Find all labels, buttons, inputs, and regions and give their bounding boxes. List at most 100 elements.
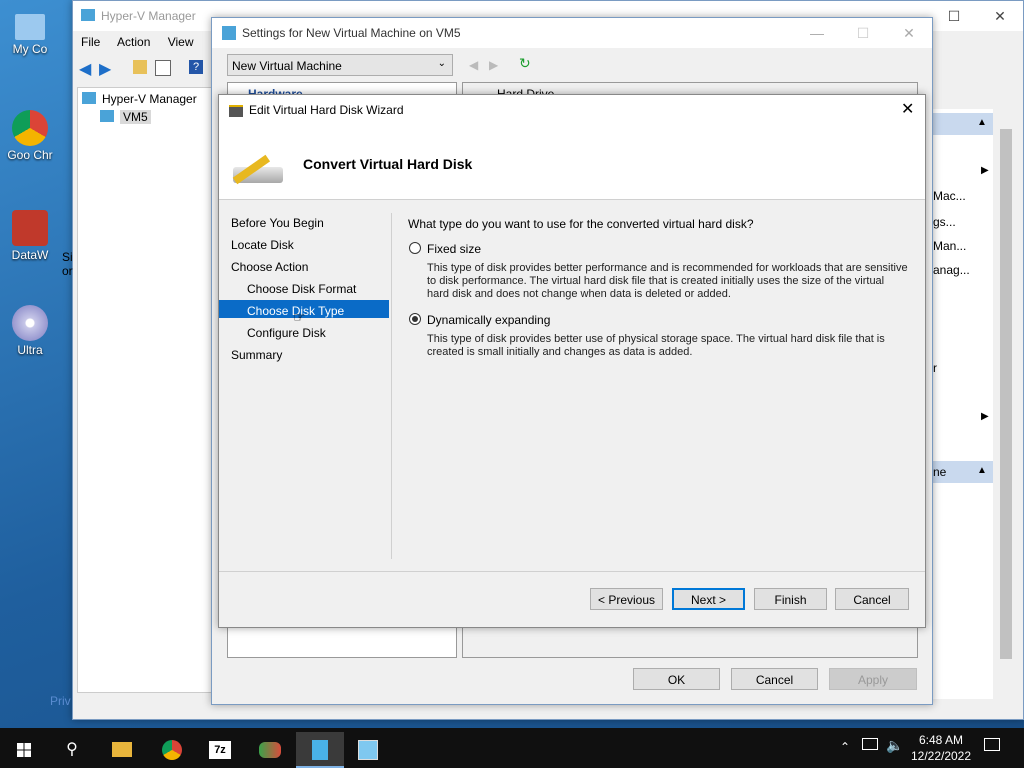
back-icon[interactable]: ◀: [79, 59, 91, 79]
header-divider: [219, 199, 925, 200]
chrome-icon: [12, 110, 48, 146]
question-text: What type do you want to use for the con…: [408, 217, 754, 231]
fixed-size-radio[interactable]: [409, 242, 421, 254]
dynamically-expanding-description: This type of disk provides better use of…: [427, 333, 885, 359]
desktop-icon-google-chrome[interactable]: Goo Chr: [0, 110, 60, 162]
actions-pane: ▲ ▶ Mac... gs... Man... anag... r ▶ ne ▲: [931, 109, 993, 699]
dynamically-expanding-label[interactable]: Dynamically expanding: [427, 313, 550, 327]
scrollbar-thumb[interactable]: [1000, 129, 1012, 659]
clock-time: 6:48 AM: [918, 733, 964, 747]
forward-icon[interactable]: ▶: [99, 59, 111, 79]
clock-date: 12/22/2022: [910, 749, 972, 763]
action-item[interactable]: Man...: [933, 239, 966, 253]
network-users-icon[interactable]: [246, 732, 294, 768]
notifications-icon[interactable]: [984, 738, 1000, 751]
description-line: hard disk and does not change when data …: [427, 288, 731, 300]
start-button[interactable]: [0, 732, 48, 768]
previous-icon[interactable]: ◀: [469, 58, 478, 72]
refresh-icon[interactable]: ↻: [519, 55, 531, 72]
tree-item-hyperv-manager[interactable]: Hyper-V Manager: [102, 92, 197, 106]
desktop-icon-label: Ultra: [17, 343, 43, 357]
dynamically-expanding-radio[interactable]: [409, 313, 421, 325]
menu-file[interactable]: File: [81, 35, 100, 49]
apply-button[interactable]: Apply: [829, 668, 917, 690]
previous-button[interactable]: < Previous: [590, 588, 663, 610]
help-icon[interactable]: ?: [189, 60, 203, 74]
wizard-heading: Convert Virtual Hard Disk: [303, 156, 473, 172]
desktop-icon-label: My Co: [12, 42, 48, 56]
cancel-button[interactable]: Cancel: [731, 668, 818, 690]
7zip-icon[interactable]: 7z: [196, 732, 244, 768]
settings-app-icon[interactable]: [344, 732, 392, 768]
window-title: Hyper-V Manager: [101, 9, 196, 23]
close-icon[interactable]: ✕: [901, 99, 914, 119]
show-hidden-icons-icon[interactable]: ⌃: [840, 740, 850, 754]
chevron-down-icon: ⌄: [437, 58, 446, 69]
hand-cursor-icon: ☞: [293, 309, 306, 325]
fixed-size-label[interactable]: Fixed size: [427, 242, 481, 256]
settings-titlebar: Settings for New Virtual Machine on VM5 …: [212, 18, 932, 48]
partial-text: Si: [62, 250, 73, 264]
description-line: This type of disk provides better use of…: [427, 333, 885, 345]
chrome-icon[interactable]: [148, 732, 196, 768]
partial-text: Priv: [50, 694, 71, 708]
minimize-button[interactable]: —: [794, 18, 840, 48]
navigation-tree: Hyper-V Manager VM5: [77, 87, 219, 693]
close-button[interactable]: ✕: [886, 18, 932, 48]
ok-button[interactable]: OK: [633, 668, 720, 690]
tree-item-vm5[interactable]: VM5: [120, 110, 151, 124]
submenu-arrow-icon[interactable]: ▶: [981, 411, 989, 422]
wizard-title: Edit Virtual Hard Disk Wizard: [249, 103, 404, 117]
server-node-icon: [100, 110, 114, 122]
maximize-button[interactable]: ☐: [931, 1, 977, 31]
partial-text: or: [62, 264, 73, 278]
volume-icon[interactable]: 🔈: [886, 737, 903, 754]
nav-before-you-begin[interactable]: Before You Begin: [231, 216, 324, 230]
close-button[interactable]: ✕: [977, 1, 1023, 31]
nav-choose-action[interactable]: Choose Action: [231, 260, 308, 274]
collapse-icon[interactable]: ▲: [977, 117, 987, 128]
maximize-button[interactable]: ☐: [840, 18, 886, 48]
computer-icon: [15, 14, 45, 40]
wizard-dialog: Edit Virtual Hard Disk Wizard ✕ Convert …: [218, 94, 926, 628]
toolbar: ◀ ▶ ?: [77, 57, 217, 79]
nav-locate-disk[interactable]: Locate Disk: [231, 238, 294, 252]
next-icon[interactable]: ▶: [489, 58, 498, 72]
menu-action[interactable]: Action: [117, 35, 150, 49]
action-item[interactable]: Mac...: [933, 189, 966, 203]
collapse-icon[interactable]: ▲: [977, 465, 987, 476]
submenu-arrow-icon[interactable]: ▶: [981, 165, 989, 176]
description-line: This type of disk provides better perfor…: [427, 262, 908, 274]
vm-select[interactable]: New Virtual Machine ⌄: [227, 54, 453, 76]
nav-divider: [391, 213, 392, 559]
clock[interactable]: 6:48 AM 12/22/2022: [906, 732, 976, 764]
menu-view[interactable]: View: [168, 35, 194, 49]
nav-summary[interactable]: Summary: [231, 348, 282, 362]
action-item[interactable]: anag...: [933, 263, 970, 277]
desktop-icon-dataw[interactable]: DataW: [0, 210, 60, 262]
file-explorer-icon[interactable]: [98, 732, 146, 768]
disc-icon: [12, 305, 48, 341]
action-item[interactable]: gs...: [933, 215, 956, 229]
hyper-v-manager-icon[interactable]: [296, 732, 344, 768]
finish-button[interactable]: Finish: [754, 588, 827, 610]
next-button[interactable]: Next >: [672, 588, 745, 610]
nav-choose-disk-format[interactable]: Choose Disk Format: [247, 282, 356, 296]
desktop-icon-ultra[interactable]: Ultra: [0, 305, 60, 357]
action-item[interactable]: r: [933, 361, 937, 375]
desktop-icon-my-computer[interactable]: My Co: [0, 10, 60, 56]
scrollbar[interactable]: [997, 109, 1015, 693]
search-icon[interactable]: ⚲: [48, 732, 96, 768]
wizard-app-icon: [229, 105, 243, 117]
footer-divider: [219, 571, 925, 572]
folder-up-icon[interactable]: [133, 60, 147, 74]
desktop-icon-label: DataW: [11, 248, 49, 262]
cancel-button[interactable]: Cancel: [835, 588, 909, 610]
nav-configure-disk[interactable]: Configure Disk: [247, 326, 326, 340]
network-icon[interactable]: [862, 738, 878, 750]
desktop-icon-label: Goo Chr: [7, 148, 53, 162]
wizard-nav: Before You Begin Locate Disk Choose Acti…: [219, 211, 391, 561]
show-hide-tree-icon[interactable]: [155, 60, 171, 76]
actions-section-label: ne: [933, 465, 947, 479]
fixed-size-description: This type of disk provides better perfor…: [427, 262, 908, 301]
